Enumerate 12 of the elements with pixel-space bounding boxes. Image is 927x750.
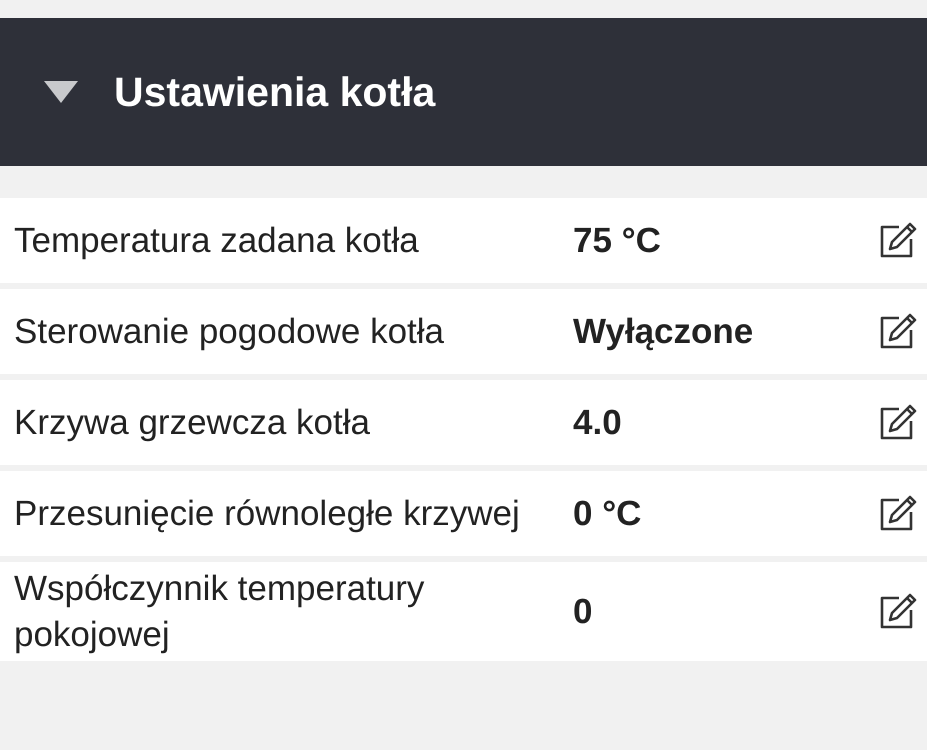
section-header[interactable]: Ustawienia kotła <box>0 18 927 166</box>
setting-label: Temperatura zadana kotła <box>14 220 420 262</box>
setting-value: 0 °C <box>572 494 642 534</box>
setting-value: 0 <box>572 592 594 632</box>
section-title: Ustawienia kotła <box>114 68 436 116</box>
setting-value: 4.0 <box>572 402 623 442</box>
setting-label: Współczynnik temperatury pokojowej <box>14 568 426 656</box>
setting-label: Sterowanie pogodowe kotła <box>14 310 446 353</box>
setting-value: Wyłączone <box>572 312 754 352</box>
setting-label: Krzywa grzewcza kotła <box>14 402 371 444</box>
setting-label: Przesunięcie równoległe krzywej <box>14 492 521 535</box>
setting-value: 75 °C <box>572 220 662 260</box>
